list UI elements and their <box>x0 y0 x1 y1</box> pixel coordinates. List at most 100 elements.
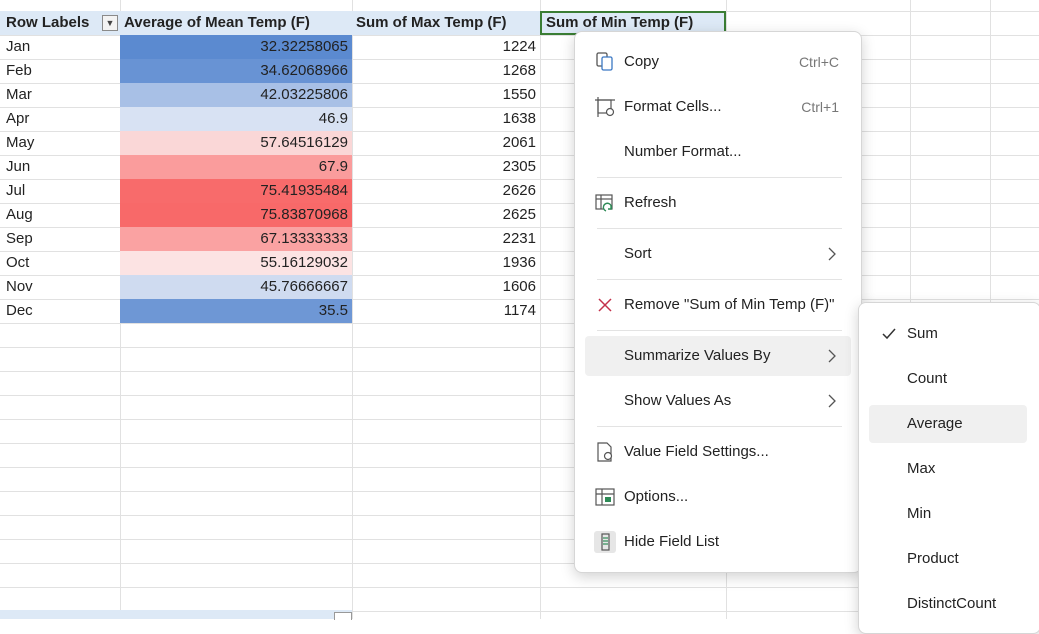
table-row: Sep 67.13333333 2231 <box>0 227 540 251</box>
max-temp-cell[interactable]: 1638 <box>352 107 540 131</box>
row-label-cell[interactable]: Aug <box>0 203 120 227</box>
menu-item-summarize-values-by[interactable]: Summarize Values By <box>585 336 851 376</box>
submenu-item-count[interactable]: Count <box>869 360 1027 398</box>
submenu-item-max[interactable]: Max <box>869 450 1027 488</box>
mean-temp-cell[interactable]: 45.76666667 <box>120 275 352 299</box>
menu-item-format-cells[interactable]: Format Cells... Ctrl+1 <box>585 87 851 127</box>
table-row: Jul 75.41935484 2626 <box>0 179 540 203</box>
submenu-item-label: Product <box>907 550 959 567</box>
table-row: Aug 75.83870968 2625 <box>0 203 540 227</box>
mean-temp-cell[interactable]: 34.62068966 <box>120 59 352 83</box>
mean-temp-cell[interactable]: 75.41935484 <box>120 179 352 203</box>
menu-item-label: Options... <box>624 488 689 505</box>
table-row: Jan 32.32258065 1224 <box>0 35 540 59</box>
chevron-right-icon <box>828 394 836 408</box>
context-menu: Copy Ctrl+C Format Cells... Ctrl+1 Numbe… <box>574 31 862 573</box>
mean-temp-cell[interactable]: 67.9 <box>120 155 352 179</box>
grid-column-line <box>540 0 541 619</box>
max-temp-cell[interactable]: 2231 <box>352 227 540 251</box>
row-label-cell[interactable]: Jun <box>0 155 120 179</box>
mean-temp-cell[interactable]: 46.9 <box>120 107 352 131</box>
max-temp-cell[interactable]: 2626 <box>352 179 540 203</box>
menu-item-label: Hide Field List <box>624 533 720 550</box>
row-label-cell[interactable]: May <box>0 131 120 155</box>
row-label-cell[interactable]: Jul <box>0 179 120 203</box>
chevron-right-icon <box>828 349 836 363</box>
field-settings-icon <box>597 442 613 462</box>
menu-separator <box>597 279 842 280</box>
table-row: May 57.64516129 2061 <box>0 131 540 155</box>
table-row: Oct 55.16129032 1936 <box>0 251 540 275</box>
menu-item-value-field-settings[interactable]: Value Field Settings... <box>585 432 851 472</box>
menu-separator <box>597 330 842 331</box>
mean-temp-cell[interactable]: 67.13333333 <box>120 227 352 251</box>
menu-item-label: Remove "Sum of Min Temp (F)" <box>624 296 835 313</box>
menu-separator <box>597 228 842 229</box>
table-row: Dec 35.5 1174 <box>0 299 540 323</box>
mean-temp-cell[interactable]: 35.5 <box>120 299 352 323</box>
submenu-item-distinctcount[interactable]: DistinctCount <box>869 585 1027 623</box>
pivot-options-icon <box>595 488 615 506</box>
table-row: Mar 42.03225806 1550 <box>0 83 540 107</box>
row-label-cell[interactable]: Nov <box>0 275 120 299</box>
submenu-item-product[interactable]: Product <box>869 540 1027 578</box>
submenu-item-average[interactable]: Average <box>869 405 1027 443</box>
menu-item-remove-field[interactable]: Remove "Sum of Min Temp (F)" <box>585 285 851 325</box>
mean-temp-cell[interactable]: 32.32258065 <box>120 35 352 59</box>
menu-item-label: Sort <box>624 245 652 262</box>
max-temp-cell[interactable]: 1550 <box>352 83 540 107</box>
menu-item-options[interactable]: Options... <box>585 477 851 517</box>
menu-item-number-format[interactable]: Number Format... <box>585 132 851 172</box>
menu-item-show-values-as[interactable]: Show Values As <box>585 381 851 421</box>
mean-temp-cell[interactable]: 75.83870968 <box>120 203 352 227</box>
mean-temp-cell[interactable]: 42.03225806 <box>120 83 352 107</box>
row-label-cell[interactable]: Dec <box>0 299 120 323</box>
table-row: Jun 67.9 2305 <box>0 155 540 179</box>
max-temp-cell[interactable]: 1936 <box>352 251 540 275</box>
submenu-item-min[interactable]: Min <box>869 495 1027 533</box>
max-temp-cell[interactable]: 2061 <box>352 131 540 155</box>
max-temp-cell[interactable]: 1268 <box>352 59 540 83</box>
table-row: Feb 34.62068966 1268 <box>0 59 540 83</box>
filter-dropdown-button[interactable]: ▼ <box>102 15 118 31</box>
menu-item-label: Number Format... <box>624 143 742 160</box>
max-temp-cell[interactable]: 2305 <box>352 155 540 179</box>
menu-item-label: Show Values As <box>624 392 732 409</box>
row-label-cell[interactable]: Sep <box>0 227 120 251</box>
refresh-icon <box>595 194 613 212</box>
max-temp-cell[interactable]: 1174 <box>352 299 540 323</box>
checkmark-icon <box>882 328 896 340</box>
row-label-cell[interactable]: Jan <box>0 35 120 59</box>
row-label-cell[interactable]: Mar <box>0 83 120 107</box>
submenu-item-label: Count <box>907 370 948 387</box>
mean-temp-cell[interactable]: 57.64516129 <box>120 131 352 155</box>
menu-item-sort[interactable]: Sort <box>585 234 851 274</box>
submenu-item-label: Max <box>907 460 936 477</box>
menu-item-label: Copy <box>624 53 660 70</box>
menu-item-hide-field-list[interactable]: Hide Field List <box>585 522 851 562</box>
next-pivot-header-strip <box>0 610 352 619</box>
menu-item-copy[interactable]: Copy Ctrl+C <box>585 42 851 82</box>
summarize-values-submenu: Sum Count Average Max Min Product DistinctCoun… <box>858 302 1039 634</box>
max-temp-cell[interactable]: 2625 <box>352 203 540 227</box>
menu-item-label: Summarize Values By <box>624 347 771 364</box>
mean-temp-cell[interactable]: 55.16129032 <box>120 251 352 275</box>
row-label-cell[interactable]: Feb <box>0 59 120 83</box>
shortcut-text: Ctrl+C <box>798 54 839 70</box>
menu-separator <box>597 177 842 178</box>
submenu-item-sum[interactable]: Sum <box>869 315 1027 353</box>
submenu-item-label: DistinctCount <box>907 595 997 612</box>
row-label-cell[interactable]: Apr <box>0 107 120 131</box>
close-icon <box>598 298 612 312</box>
table-row: Apr 46.9 1638 <box>0 107 540 131</box>
field-list-icon <box>594 531 616 553</box>
row-label-cell[interactable]: Oct <box>0 251 120 275</box>
max-temp-header[interactable]: Sum of Max Temp (F) <box>352 11 540 35</box>
format-cells-icon <box>595 97 615 117</box>
menu-item-refresh[interactable]: Refresh <box>585 183 851 223</box>
chevron-right-icon <box>828 247 836 261</box>
mean-temp-header[interactable]: Average of Mean Temp (F) <box>120 11 352 35</box>
max-temp-cell[interactable]: 1224 <box>352 35 540 59</box>
menu-item-label: Value Field Settings... <box>624 443 769 460</box>
max-temp-cell[interactable]: 1606 <box>352 275 540 299</box>
